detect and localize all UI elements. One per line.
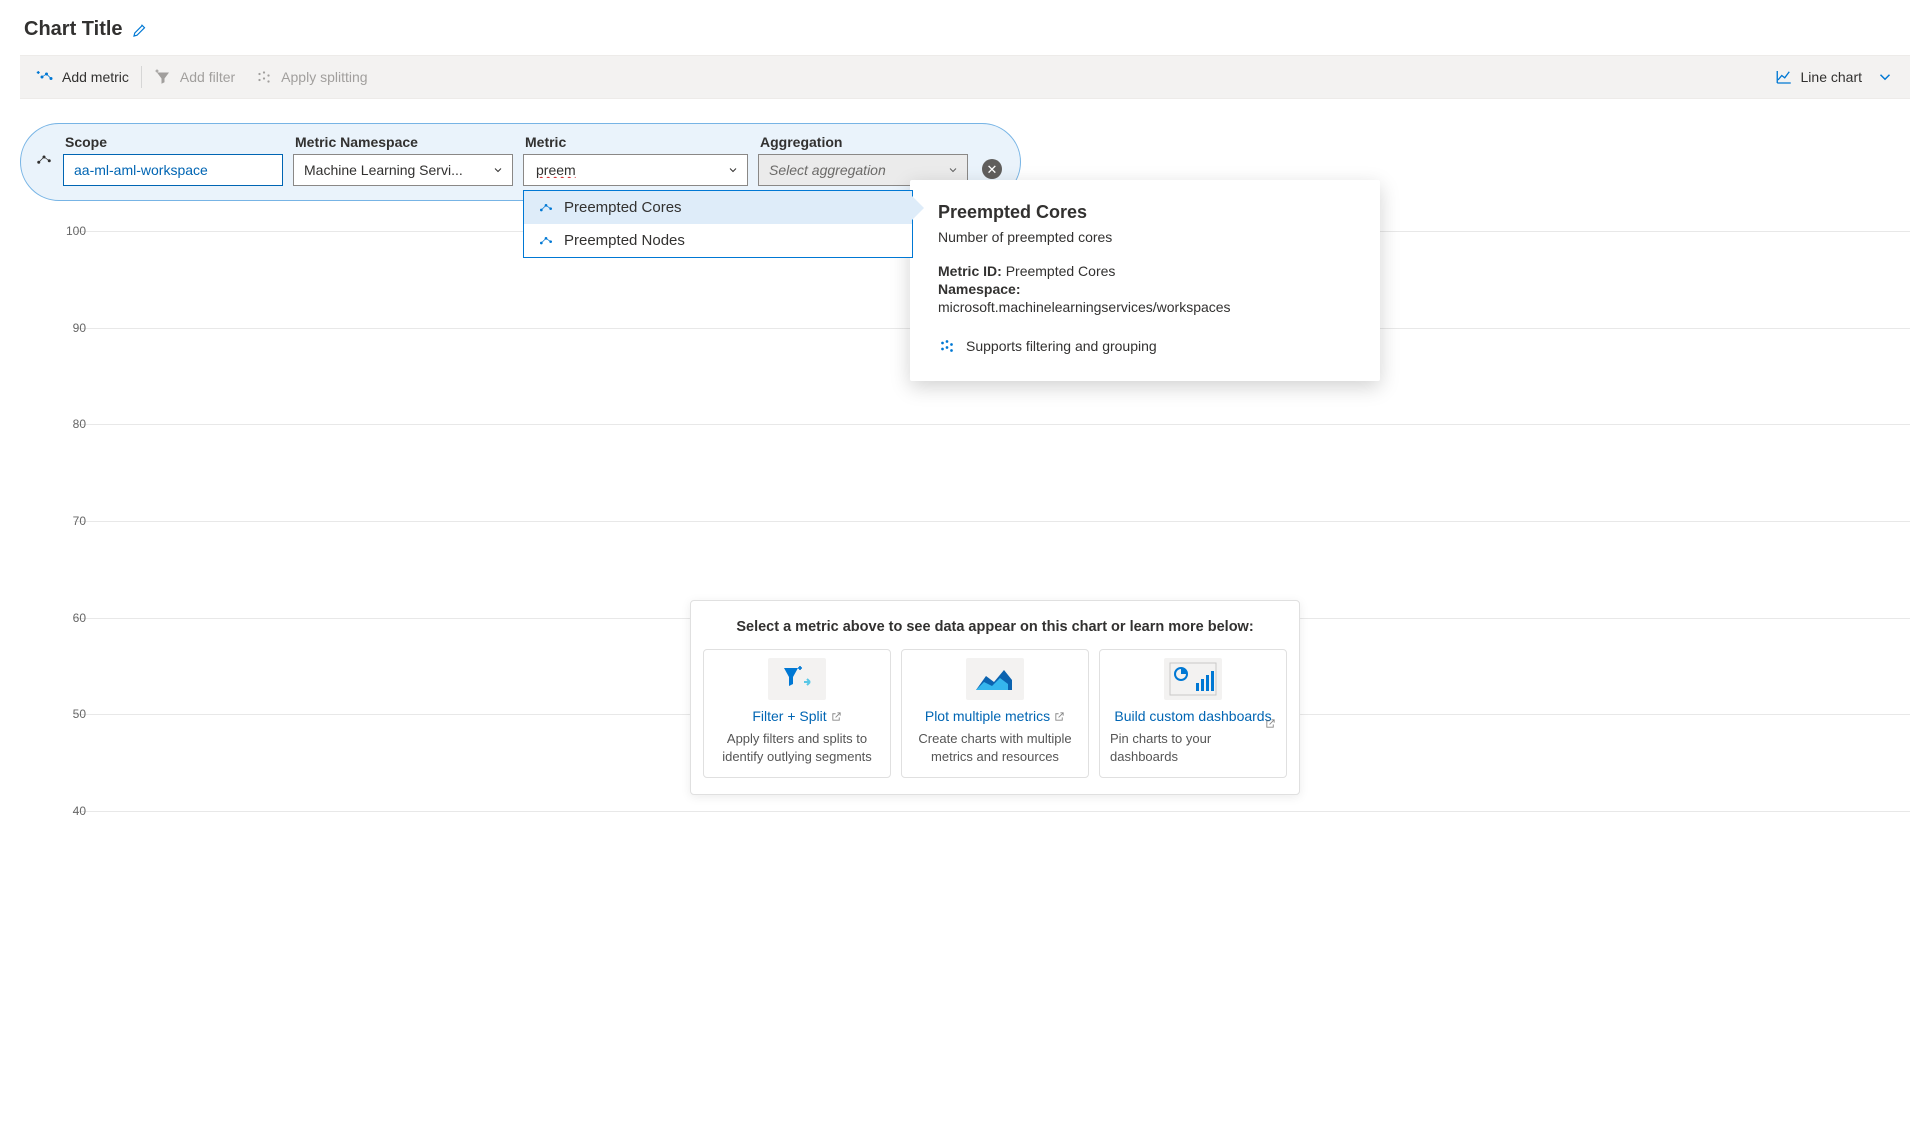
metric-field: Metric Preempted Cores [523,134,748,186]
add-filter-button[interactable]: Add filter [144,62,245,92]
learn-card-desc: Create charts with multiple metrics and … [912,730,1078,765]
chevron-down-icon [1876,68,1894,86]
metric-input-box[interactable] [523,154,748,186]
chart-title-row: Chart Title [24,18,1910,41]
apply-splitting-label: Apply splitting [281,69,367,85]
namespace-selector[interactable]: Machine Learning Servi... [293,154,513,186]
external-link-icon [831,711,842,722]
learn-card-plot-multiple[interactable]: Plot multiple metrics Create charts with… [901,649,1089,778]
add-filter-label: Add filter [180,69,235,85]
chart-title: Chart Title [24,18,123,41]
tooltip-metric-id-value: Preempted Cores [1006,263,1116,279]
add-metric-label: Add metric [62,69,129,85]
chart-y-tick-label: 60 [60,611,86,625]
scope-label: Scope [63,134,283,150]
namespace-field: Metric Namespace Machine Learning Servi.… [293,134,513,186]
scope-field: Scope aa-ml-aml-workspace [63,134,283,186]
grouping-icon [938,337,956,355]
learn-card-title: Plot multiple metrics [925,708,1065,724]
learn-card-filter-split[interactable]: Filter + Split Apply filters and splits … [703,649,891,778]
learn-card-title: Filter + Split [752,708,841,724]
metric-search-input[interactable] [534,161,719,179]
external-link-icon [1054,711,1065,722]
add-metric-icon [36,68,54,86]
tooltip-metric-id-row: Metric ID: Preempted Cores [938,263,1352,279]
metric-option-icon [538,233,554,249]
edit-title-icon[interactable] [131,21,149,39]
chart-toolbar: Add metric Add filter Apply splitting [20,55,1910,99]
filter-icon [154,68,172,86]
apply-splitting-button[interactable]: Apply splitting [245,62,377,92]
plot-multiple-thumb-icon [966,658,1024,700]
add-metric-button[interactable]: Add metric [26,62,139,92]
tooltip-namespace-label-row: Namespace: [938,281,1352,297]
tooltip-namespace-value: microsoft.machinelearningservices/worksp… [938,299,1352,315]
close-icon: ✕ [987,163,998,176]
learn-card-desc: Pin charts to your dashboards [1110,730,1276,765]
metric-dropdown: Preempted Cores Preempted Nodes [523,190,913,258]
tooltip-supports-text: Supports filtering and grouping [966,338,1157,354]
metric-option-icon [538,200,554,216]
chart-y-tick-label: 50 [60,707,86,721]
remove-metric-button[interactable]: ✕ [982,159,1002,179]
chart-y-tick-label: 90 [60,321,86,335]
chart-y-tick-label: 40 [60,804,86,818]
aggregation-placeholder: Select aggregation [769,162,886,178]
metric-option-label: Preempted Nodes [564,232,685,249]
tooltip-namespace-label: Namespace: [938,281,1021,297]
chart-type-selector[interactable]: Line chart [1765,62,1904,92]
filter-split-thumb-icon [768,658,826,700]
tooltip-supports-row: Supports filtering and grouping [938,337,1352,355]
chart-y-tick-label: 80 [60,417,86,431]
tooltip-subtitle: Number of preempted cores [938,229,1352,245]
splitting-icon [255,68,273,86]
metric-option-preempted-cores[interactable]: Preempted Cores [524,191,912,224]
namespace-label: Metric Namespace [293,134,513,150]
metric-option-preempted-nodes[interactable]: Preempted Nodes [524,224,912,257]
namespace-value: Machine Learning Servi... [304,162,463,178]
tooltip-metric-id-label: Metric ID: [938,263,1002,279]
metric-config-pill: Scope aa-ml-aml-workspace Metric Namespa… [20,123,1021,201]
chart-gridline [74,811,1910,812]
aggregation-label: Aggregation [758,134,968,150]
line-chart-icon [1775,68,1793,86]
metric-series-icon [35,151,53,169]
chart-gridline [74,521,1910,522]
learn-header: Select a metric above to see data appear… [703,619,1287,635]
scope-selector[interactable]: aa-ml-aml-workspace [63,154,283,186]
metric-label: Metric [523,134,748,150]
toolbar-separator [141,66,142,88]
metric-option-label: Preempted Cores [564,199,682,216]
chevron-down-icon [947,164,959,176]
chart-gridline [74,424,1910,425]
metric-tooltip-panel: Preempted Cores Number of preempted core… [910,180,1380,381]
chart-y-tick-label: 100 [60,224,86,238]
chart-y-tick-label: 70 [60,514,86,528]
learn-card-desc: Apply filters and splits to identify out… [714,730,880,765]
external-link-icon [1265,718,1276,729]
chart-type-label: Line chart [1801,69,1862,85]
learn-more-panel: Select a metric above to see data appear… [690,600,1300,795]
chevron-down-icon [492,164,504,176]
learn-card-build-dashboards[interactable]: Build custom dashboards Pin charts to yo… [1099,649,1287,778]
tooltip-title: Preempted Cores [938,202,1352,223]
dashboard-thumb-icon [1164,658,1222,700]
learn-card-title: Build custom dashboards [1114,708,1271,724]
chevron-down-icon [727,164,739,176]
aggregation-field: Aggregation Select aggregation [758,134,968,186]
scope-value: aa-ml-aml-workspace [74,162,208,178]
